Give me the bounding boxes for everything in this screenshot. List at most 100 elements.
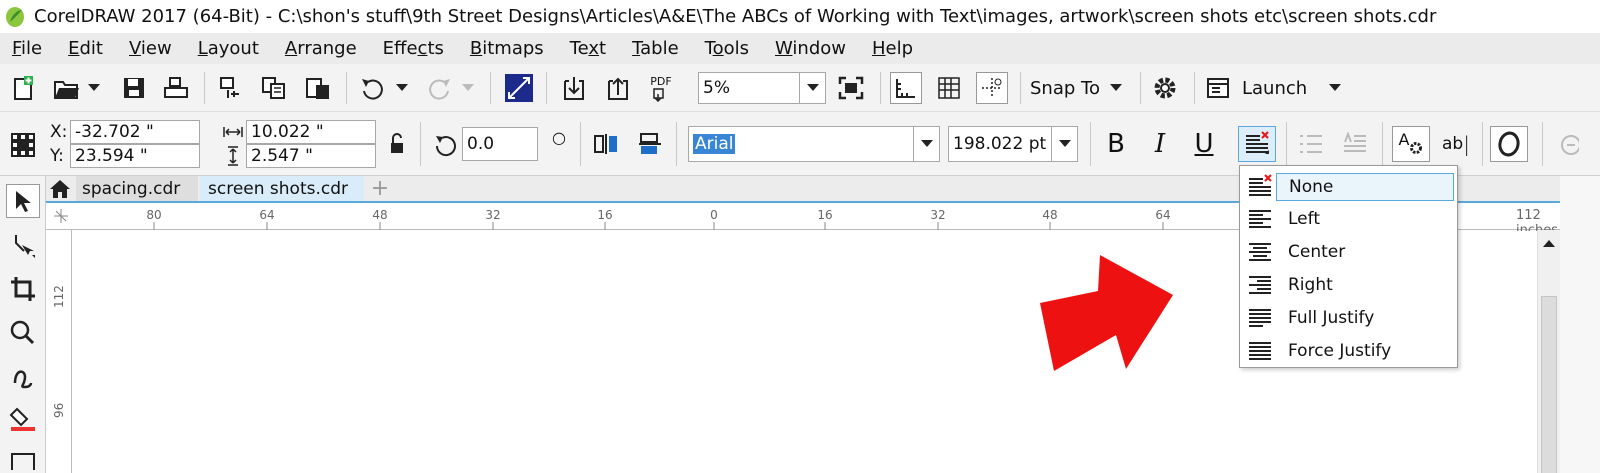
h-ruler-tick: 48 <box>372 208 388 222</box>
snap-to-button[interactable]: Snap To <box>1030 74 1130 102</box>
menu-item[interactable]: Tools <box>693 38 763 59</box>
italic-button[interactable]: I <box>1144 128 1176 160</box>
toolbox <box>0 176 46 473</box>
tab-spacing-cdr[interactable]: spacing.cdr <box>76 176 198 201</box>
show-rulers-icon[interactable] <box>890 72 922 104</box>
open-folder-icon[interactable] <box>52 74 82 102</box>
vertical-scrollbar[interactable] <box>1537 230 1560 473</box>
mirror-horizontal-icon[interactable] <box>592 130 620 158</box>
h-ruler-tick-mark <box>937 222 939 230</box>
show-grid-icon[interactable] <box>934 74 964 102</box>
menu-item[interactable]: Bitmaps <box>458 38 558 59</box>
underline-button[interactable]: U <box>1188 128 1220 160</box>
crop-tool-icon[interactable] <box>6 272 40 306</box>
show-guidelines-icon[interactable] <box>976 72 1008 104</box>
text-properties-label: A <box>1398 129 1410 149</box>
align-left-item[interactable]: Left <box>1240 202 1457 235</box>
menu-item[interactable]: View <box>117 38 186 59</box>
x-position-input[interactable]: -32.702 " <box>70 120 200 144</box>
menu-item[interactable]: Table <box>620 38 693 59</box>
gear-icon[interactable] <box>1150 74 1180 102</box>
freehand-tool-icon[interactable] <box>6 360 40 394</box>
welcome-home-icon[interactable] <box>46 176 74 201</box>
align-force-justify-item[interactable]: Force Justify <box>1240 334 1457 367</box>
text-properties-button[interactable]: A <box>1392 126 1430 162</box>
full-screen-preview-icon[interactable] <box>836 74 866 102</box>
font-size-select[interactable]: 198.022 pt <box>948 126 1078 162</box>
height-value: 2.547 " <box>251 146 313 166</box>
docker-strip <box>1560 176 1600 473</box>
launch-button[interactable]: Launch <box>1206 74 1346 102</box>
height-input[interactable]: 2.547 " <box>246 144 376 168</box>
tab-screen-shots-cdr[interactable]: screen shots.cdr <box>200 176 364 201</box>
menu-item[interactable]: Window <box>763 38 860 59</box>
paste-icon[interactable] <box>304 74 332 102</box>
zoom-level-select[interactable]: 5% <box>698 72 826 104</box>
menu-item[interactable]: Arrange <box>273 38 371 59</box>
cut-icon[interactable] <box>216 74 244 102</box>
snap-chevron-down-icon <box>1109 84 1122 91</box>
align-right-item[interactable]: Right <box>1240 268 1457 301</box>
import-icon[interactable] <box>560 74 588 102</box>
zoom-tool-magnifier-icon[interactable] <box>6 316 40 350</box>
font-chevron-down-icon[interactable] <box>913 127 939 161</box>
open-dropdown-chevron-down-icon[interactable] <box>86 80 102 96</box>
align-center-item[interactable]: Center <box>1240 235 1457 268</box>
undo-dropdown-chevron-down-icon[interactable] <box>394 80 410 96</box>
font-list-select[interactable]: Arial <box>688 126 940 162</box>
y-position-input[interactable]: 23.594 " <box>70 144 200 168</box>
red-arrow-annotation <box>1040 255 1173 371</box>
redo-dropdown-chevron-down-icon <box>460 80 476 96</box>
mirror-vertical-icon[interactable] <box>636 130 664 158</box>
menu-item-label: Force Justify <box>1288 340 1392 361</box>
menu-item[interactable]: Layout <box>186 38 273 59</box>
save-icon[interactable] <box>120 74 148 102</box>
h-ruler-tick: 0 <box>710 208 718 222</box>
print-icon[interactable] <box>162 74 190 102</box>
search-content-icon[interactable] <box>504 73 534 103</box>
undo-icon[interactable] <box>358 74 388 102</box>
lock-ratio-icon[interactable] <box>386 132 408 156</box>
export-icon[interactable] <box>604 74 632 102</box>
h-ruler-tick-mark <box>492 222 494 230</box>
align-none-item[interactable]: None <box>1240 169 1457 202</box>
convert-to-artistic-text-button[interactable] <box>1490 126 1528 162</box>
rotation-angle-input[interactable]: 0.0 <box>462 127 538 161</box>
vertical-ruler[interactable]: 112 96 <box>46 230 72 473</box>
object-origin-icon[interactable] <box>8 130 38 160</box>
menu-item[interactable]: Effects <box>371 38 458 59</box>
h-ruler-tick: 64 <box>259 208 275 222</box>
tab-label: spacing.cdr <box>82 178 181 199</box>
menu-item[interactable]: File <box>0 38 56 59</box>
interactive-fill-tool-icon[interactable] <box>6 402 40 436</box>
edit-text-button[interactable]: ab | <box>1436 130 1476 158</box>
scrollbar-thumb[interactable] <box>1541 296 1557 473</box>
new-tab-plus-icon[interactable]: + <box>368 176 392 201</box>
menu-item[interactable]: Edit <box>56 38 117 59</box>
h-ruler-tick: 48 <box>1042 208 1058 222</box>
ruler-origin-icon <box>54 209 68 223</box>
align-full-justify-item[interactable]: Full Justify <box>1240 301 1457 334</box>
launch-chevron-down-icon <box>1329 84 1342 91</box>
x-label: X: <box>50 122 68 142</box>
text-alignment-button[interactable] <box>1238 126 1276 162</box>
shape-tool-icon[interactable] <box>6 228 40 262</box>
menu-item[interactable]: Text <box>558 38 620 59</box>
redo-icon <box>424 74 454 102</box>
copy-icon[interactable] <box>260 74 288 102</box>
align-center-icon <box>1240 239 1280 265</box>
bold-button[interactable]: B <box>1100 128 1132 160</box>
pick-tool-arrow-icon[interactable] <box>6 184 40 218</box>
publish-to-pdf-icon[interactable]: PDF <box>646 74 676 104</box>
align-left-icon <box>1240 206 1280 232</box>
rectangle-tool-icon[interactable] <box>6 446 40 473</box>
width-input[interactable]: 10.022 " <box>246 120 376 144</box>
menu-item[interactable]: Help <box>860 38 927 59</box>
menu-item-label: Center <box>1288 241 1346 262</box>
font-size-chevron-down-icon[interactable] <box>1051 127 1077 161</box>
zoom-chevron-down-icon[interactable] <box>799 73 825 103</box>
full-justify-icon <box>1240 305 1280 331</box>
overflow-circle-icon[interactable] <box>1552 132 1582 158</box>
x-position-value: -32.702 " <box>75 122 154 142</box>
new-document-icon[interactable] <box>10 74 38 102</box>
